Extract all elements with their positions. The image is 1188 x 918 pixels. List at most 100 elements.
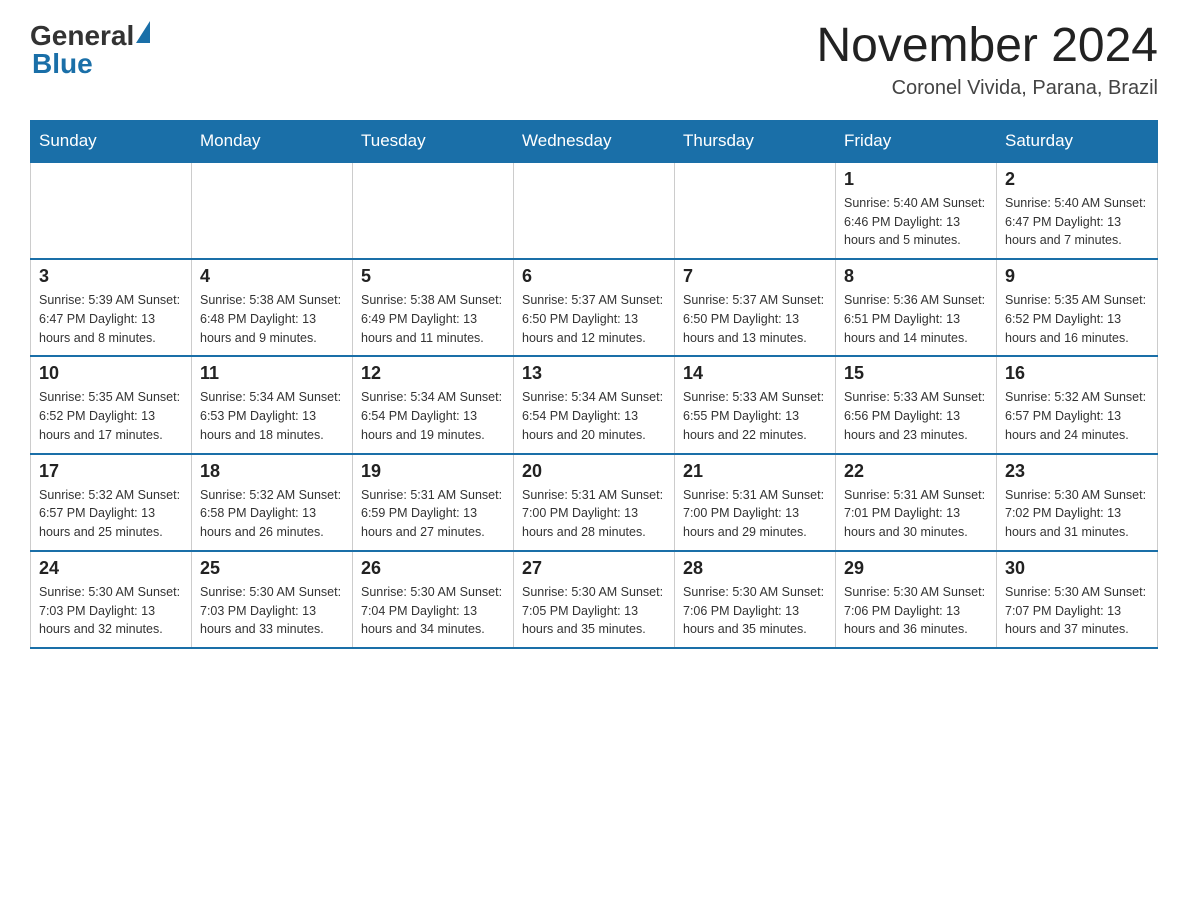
day-number: 22 bbox=[844, 461, 988, 482]
day-number: 9 bbox=[1005, 266, 1149, 287]
day-info: Sunrise: 5:31 AM Sunset: 7:00 PM Dayligh… bbox=[683, 486, 827, 542]
calendar-day-cell: 4 Sunrise: 5:38 AM Sunset: 6:48 PM Daylig… bbox=[192, 259, 353, 356]
calendar-day-cell: 29 Sunrise: 5:30 AM Sunset: 7:06 PM Dayli… bbox=[836, 551, 997, 648]
calendar-day-cell bbox=[353, 162, 514, 259]
day-info: Sunrise: 5:38 AM Sunset: 6:49 PM Dayligh… bbox=[361, 291, 505, 347]
day-number: 24 bbox=[39, 558, 183, 579]
day-number: 25 bbox=[200, 558, 344, 579]
calendar-day-cell: 10 Sunrise: 5:35 AM Sunset: 6:52 PM Dayli… bbox=[31, 356, 192, 453]
day-info: Sunrise: 5:31 AM Sunset: 6:59 PM Dayligh… bbox=[361, 486, 505, 542]
day-info: Sunrise: 5:31 AM Sunset: 7:01 PM Dayligh… bbox=[844, 486, 988, 542]
day-of-week-header: Friday bbox=[836, 120, 997, 162]
day-info: Sunrise: 5:32 AM Sunset: 6:58 PM Dayligh… bbox=[200, 486, 344, 542]
day-info: Sunrise: 5:39 AM Sunset: 6:47 PM Dayligh… bbox=[39, 291, 183, 347]
calendar-day-cell: 3 Sunrise: 5:39 AM Sunset: 6:47 PM Daylig… bbox=[31, 259, 192, 356]
calendar-day-cell: 6Sunrise: 5:37 AM Sunset: 6:50 PM Daylig… bbox=[514, 259, 675, 356]
calendar-day-cell: 25 Sunrise: 5:30 AM Sunset: 7:03 PM Dayli… bbox=[192, 551, 353, 648]
day-info: Sunrise: 5:32 AM Sunset: 6:57 PM Dayligh… bbox=[1005, 388, 1149, 444]
calendar-day-cell: 12 Sunrise: 5:34 AM Sunset: 6:54 PM Dayli… bbox=[353, 356, 514, 453]
calendar-day-cell: 26Sunrise: 5:30 AM Sunset: 7:04 PM Dayli… bbox=[353, 551, 514, 648]
day-info: Sunrise: 5:30 AM Sunset: 7:02 PM Dayligh… bbox=[1005, 486, 1149, 542]
day-info: Sunrise: 5:30 AM Sunset: 7:03 PM Dayligh… bbox=[39, 583, 183, 639]
day-info: Sunrise: 5:30 AM Sunset: 7:03 PM Dayligh… bbox=[200, 583, 344, 639]
title-area: November 2024 Coronel Vivida, Parana, Br… bbox=[816, 20, 1158, 100]
calendar-day-cell: 1Sunrise: 5:40 AM Sunset: 6:46 PM Daylig… bbox=[836, 162, 997, 259]
day-of-week-header: Monday bbox=[192, 120, 353, 162]
logo: General Blue bbox=[30, 20, 150, 80]
day-number: 13 bbox=[522, 363, 666, 384]
calendar-day-cell: 27Sunrise: 5:30 AM Sunset: 7:05 PM Dayli… bbox=[514, 551, 675, 648]
day-number: 19 bbox=[361, 461, 505, 482]
day-of-week-header: Thursday bbox=[675, 120, 836, 162]
calendar-day-cell: 21Sunrise: 5:31 AM Sunset: 7:00 PM Dayli… bbox=[675, 454, 836, 551]
day-of-week-header: Tuesday bbox=[353, 120, 514, 162]
calendar-day-cell: 28 Sunrise: 5:30 AM Sunset: 7:06 PM Dayli… bbox=[675, 551, 836, 648]
calendar-day-cell: 5 Sunrise: 5:38 AM Sunset: 6:49 PM Daylig… bbox=[353, 259, 514, 356]
calendar-day-cell: 22 Sunrise: 5:31 AM Sunset: 7:01 PM Dayli… bbox=[836, 454, 997, 551]
day-number: 29 bbox=[844, 558, 988, 579]
day-number: 8 bbox=[844, 266, 988, 287]
day-of-week-header: Saturday bbox=[997, 120, 1158, 162]
calendar-day-cell: 16 Sunrise: 5:32 AM Sunset: 6:57 PM Dayli… bbox=[997, 356, 1158, 453]
calendar-day-cell bbox=[675, 162, 836, 259]
calendar-week-row: 24 Sunrise: 5:30 AM Sunset: 7:03 PM Dayli… bbox=[31, 551, 1158, 648]
day-of-week-header: Sunday bbox=[31, 120, 192, 162]
day-info: Sunrise: 5:40 AM Sunset: 6:47 PM Dayligh… bbox=[1005, 194, 1149, 250]
day-info: Sunrise: 5:35 AM Sunset: 6:52 PM Dayligh… bbox=[1005, 291, 1149, 347]
day-header-row: SundayMondayTuesdayWednesdayThursdayFrid… bbox=[31, 120, 1158, 162]
day-info: Sunrise: 5:30 AM Sunset: 7:07 PM Dayligh… bbox=[1005, 583, 1149, 639]
day-number: 5 bbox=[361, 266, 505, 287]
calendar-body: 1Sunrise: 5:40 AM Sunset: 6:46 PM Daylig… bbox=[31, 162, 1158, 648]
calendar-day-cell: 8 Sunrise: 5:36 AM Sunset: 6:51 PM Daylig… bbox=[836, 259, 997, 356]
day-info: Sunrise: 5:36 AM Sunset: 6:51 PM Dayligh… bbox=[844, 291, 988, 347]
day-number: 12 bbox=[361, 363, 505, 384]
day-number: 10 bbox=[39, 363, 183, 384]
day-info: Sunrise: 5:33 AM Sunset: 6:56 PM Dayligh… bbox=[844, 388, 988, 444]
day-number: 23 bbox=[1005, 461, 1149, 482]
calendar-day-cell: 15 Sunrise: 5:33 AM Sunset: 6:56 PM Dayli… bbox=[836, 356, 997, 453]
day-number: 30 bbox=[1005, 558, 1149, 579]
calendar-day-cell: 30 Sunrise: 5:30 AM Sunset: 7:07 PM Dayli… bbox=[997, 551, 1158, 648]
day-number: 17 bbox=[39, 461, 183, 482]
calendar-day-cell: 19 Sunrise: 5:31 AM Sunset: 6:59 PM Dayli… bbox=[353, 454, 514, 551]
day-info: Sunrise: 5:30 AM Sunset: 7:06 PM Dayligh… bbox=[844, 583, 988, 639]
day-number: 20 bbox=[522, 461, 666, 482]
calendar-day-cell bbox=[31, 162, 192, 259]
logo-blue-text: Blue bbox=[32, 48, 150, 80]
day-number: 16 bbox=[1005, 363, 1149, 384]
day-info: Sunrise: 5:34 AM Sunset: 6:54 PM Dayligh… bbox=[522, 388, 666, 444]
day-info: Sunrise: 5:30 AM Sunset: 7:05 PM Dayligh… bbox=[522, 583, 666, 639]
day-number: 15 bbox=[844, 363, 988, 384]
day-of-week-header: Wednesday bbox=[514, 120, 675, 162]
day-info: Sunrise: 5:37 AM Sunset: 6:50 PM Dayligh… bbox=[683, 291, 827, 347]
calendar-day-cell bbox=[192, 162, 353, 259]
calendar-week-row: 10 Sunrise: 5:35 AM Sunset: 6:52 PM Dayli… bbox=[31, 356, 1158, 453]
day-info: Sunrise: 5:34 AM Sunset: 6:54 PM Dayligh… bbox=[361, 388, 505, 444]
calendar-day-cell: 11Sunrise: 5:34 AM Sunset: 6:53 PM Dayli… bbox=[192, 356, 353, 453]
calendar-title: November 2024 bbox=[816, 20, 1158, 73]
calendar-day-cell: 7 Sunrise: 5:37 AM Sunset: 6:50 PM Daylig… bbox=[675, 259, 836, 356]
day-info: Sunrise: 5:40 AM Sunset: 6:46 PM Dayligh… bbox=[844, 194, 988, 250]
day-info: Sunrise: 5:30 AM Sunset: 7:06 PM Dayligh… bbox=[683, 583, 827, 639]
day-info: Sunrise: 5:33 AM Sunset: 6:55 PM Dayligh… bbox=[683, 388, 827, 444]
calendar-day-cell: 24 Sunrise: 5:30 AM Sunset: 7:03 PM Dayli… bbox=[31, 551, 192, 648]
calendar-table: SundayMondayTuesdayWednesdayThursdayFrid… bbox=[30, 120, 1158, 649]
calendar-subtitle: Coronel Vivida, Parana, Brazil bbox=[816, 77, 1158, 100]
calendar-day-cell: 23 Sunrise: 5:30 AM Sunset: 7:02 PM Dayli… bbox=[997, 454, 1158, 551]
day-info: Sunrise: 5:35 AM Sunset: 6:52 PM Dayligh… bbox=[39, 388, 183, 444]
day-number: 7 bbox=[683, 266, 827, 287]
day-info: Sunrise: 5:38 AM Sunset: 6:48 PM Dayligh… bbox=[200, 291, 344, 347]
calendar-day-cell: 13 Sunrise: 5:34 AM Sunset: 6:54 PM Dayli… bbox=[514, 356, 675, 453]
day-info: Sunrise: 5:30 AM Sunset: 7:04 PM Dayligh… bbox=[361, 583, 505, 639]
day-number: 18 bbox=[200, 461, 344, 482]
day-number: 4 bbox=[200, 266, 344, 287]
day-number: 28 bbox=[683, 558, 827, 579]
day-number: 6 bbox=[522, 266, 666, 287]
calendar-week-row: 1Sunrise: 5:40 AM Sunset: 6:46 PM Daylig… bbox=[31, 162, 1158, 259]
day-number: 3 bbox=[39, 266, 183, 287]
calendar-day-cell: 20 Sunrise: 5:31 AM Sunset: 7:00 PM Dayli… bbox=[514, 454, 675, 551]
calendar-day-cell: 2Sunrise: 5:40 AM Sunset: 6:47 PM Daylig… bbox=[997, 162, 1158, 259]
day-number: 11 bbox=[200, 363, 344, 384]
day-info: Sunrise: 5:31 AM Sunset: 7:00 PM Dayligh… bbox=[522, 486, 666, 542]
page-header: General Blue November 2024 Coronel Vivid… bbox=[30, 20, 1158, 100]
